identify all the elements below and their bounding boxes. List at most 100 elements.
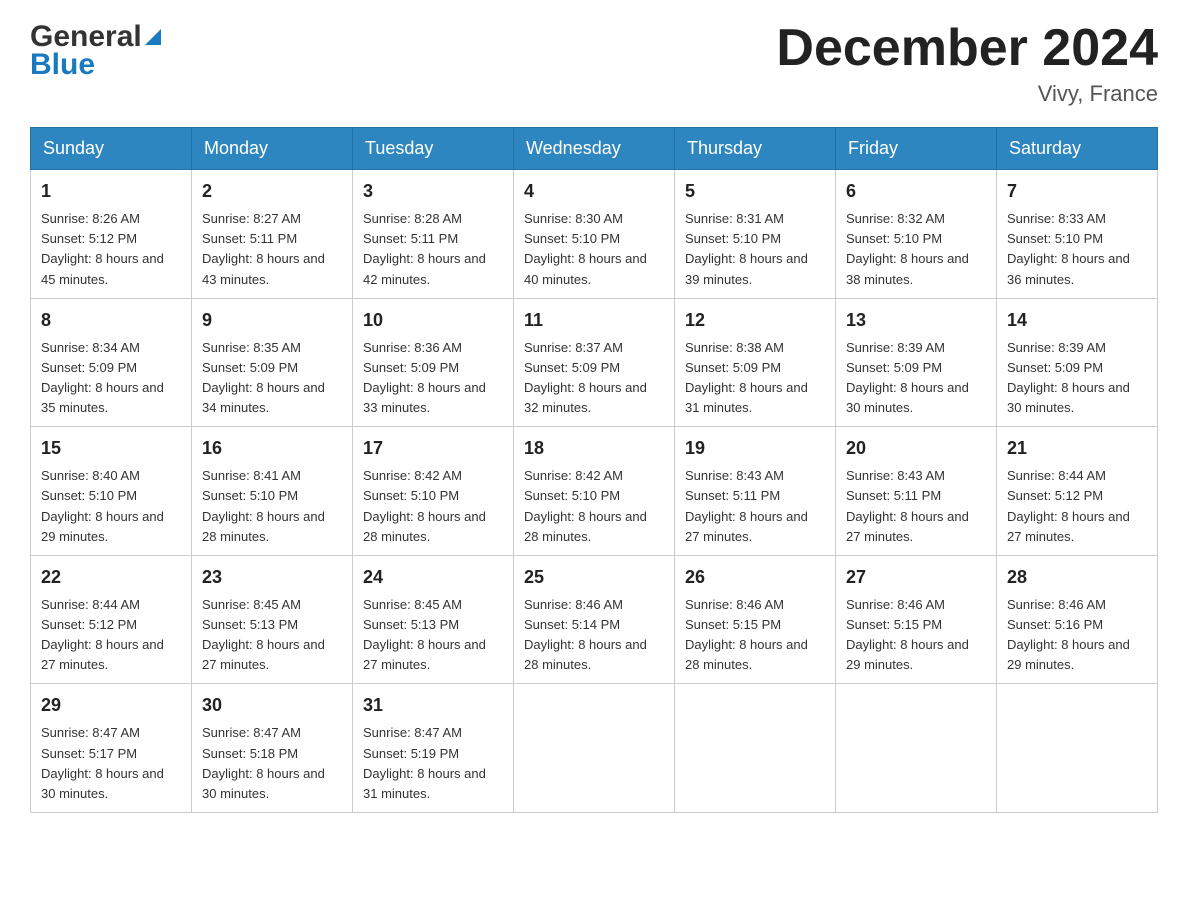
calendar-cell: 31 Sunrise: 8:47 AMSunset: 5:19 PMDayligh… <box>353 684 514 813</box>
day-number: 31 <box>363 692 503 719</box>
day-info: Sunrise: 8:46 AMSunset: 5:15 PMDaylight:… <box>685 595 825 676</box>
day-number: 14 <box>1007 307 1147 334</box>
day-number: 17 <box>363 435 503 462</box>
day-number: 24 <box>363 564 503 591</box>
day-info: Sunrise: 8:41 AMSunset: 5:10 PMDaylight:… <box>202 466 342 547</box>
day-info: Sunrise: 8:44 AMSunset: 5:12 PMDaylight:… <box>1007 466 1147 547</box>
calendar-cell: 19 Sunrise: 8:43 AMSunset: 5:11 PMDayligh… <box>675 427 836 556</box>
calendar-cell: 26 Sunrise: 8:46 AMSunset: 5:15 PMDayligh… <box>675 555 836 684</box>
day-number: 5 <box>685 178 825 205</box>
column-header-wednesday: Wednesday <box>514 128 675 170</box>
calendar-cell: 27Sunrise: 8:46 AMSunset: 5:15 PMDayligh… <box>836 555 997 684</box>
calendar-cell: 16 Sunrise: 8:41 AMSunset: 5:10 PMDayligh… <box>192 427 353 556</box>
day-info: Sunrise: 8:47 AMSunset: 5:18 PMDaylight:… <box>202 723 342 804</box>
day-number: 13 <box>846 307 986 334</box>
day-number: 8 <box>41 307 181 334</box>
calendar-cell: 17Sunrise: 8:42 AMSunset: 5:10 PMDayligh… <box>353 427 514 556</box>
day-number: 6 <box>846 178 986 205</box>
day-info: Sunrise: 8:26 AMSunset: 5:12 PMDaylight:… <box>41 209 181 290</box>
day-number: 4 <box>524 178 664 205</box>
column-header-thursday: Thursday <box>675 128 836 170</box>
calendar-cell: 23Sunrise: 8:45 AMSunset: 5:13 PMDayligh… <box>192 555 353 684</box>
day-info: Sunrise: 8:43 AMSunset: 5:11 PMDaylight:… <box>846 466 986 547</box>
calendar-cell: 8 Sunrise: 8:34 AMSunset: 5:09 PMDaylight… <box>31 298 192 427</box>
calendar-cell: 14 Sunrise: 8:39 AMSunset: 5:09 PMDayligh… <box>997 298 1158 427</box>
day-info: Sunrise: 8:47 AMSunset: 5:19 PMDaylight:… <box>363 723 503 804</box>
day-info: Sunrise: 8:33 AMSunset: 5:10 PMDaylight:… <box>1007 209 1147 290</box>
calendar-table: SundayMondayTuesdayWednesdayThursdayFrid… <box>30 127 1158 813</box>
location-text: Vivy, France <box>776 81 1158 107</box>
calendar-cell: 9 Sunrise: 8:35 AMSunset: 5:09 PMDaylight… <box>192 298 353 427</box>
day-number: 10 <box>363 307 503 334</box>
calendar-cell: 12 Sunrise: 8:38 AMSunset: 5:09 PMDayligh… <box>675 298 836 427</box>
day-number: 16 <box>202 435 342 462</box>
calendar-cell: 22 Sunrise: 8:44 AMSunset: 5:12 PMDayligh… <box>31 555 192 684</box>
calendar-cell: 28 Sunrise: 8:46 AMSunset: 5:16 PMDayligh… <box>997 555 1158 684</box>
day-info: Sunrise: 8:39 AMSunset: 5:09 PMDaylight:… <box>1007 338 1147 419</box>
column-header-tuesday: Tuesday <box>353 128 514 170</box>
day-number: 15 <box>41 435 181 462</box>
calendar-cell: 18 Sunrise: 8:42 AMSunset: 5:10 PMDayligh… <box>514 427 675 556</box>
calendar-cell: 30Sunrise: 8:47 AMSunset: 5:18 PMDayligh… <box>192 684 353 813</box>
day-info: Sunrise: 8:35 AMSunset: 5:09 PMDaylight:… <box>202 338 342 419</box>
day-info: Sunrise: 8:36 AMSunset: 5:09 PMDaylight:… <box>363 338 503 419</box>
day-info: Sunrise: 8:38 AMSunset: 5:09 PMDaylight:… <box>685 338 825 419</box>
calendar-cell: 6 Sunrise: 8:32 AMSunset: 5:10 PMDaylight… <box>836 170 997 299</box>
day-info: Sunrise: 8:46 AMSunset: 5:14 PMDaylight:… <box>524 595 664 676</box>
day-number: 23 <box>202 564 342 591</box>
calendar-cell: 5 Sunrise: 8:31 AMSunset: 5:10 PMDaylight… <box>675 170 836 299</box>
day-number: 3 <box>363 178 503 205</box>
calendar-cell <box>997 684 1158 813</box>
day-info: Sunrise: 8:47 AMSunset: 5:17 PMDaylight:… <box>41 723 181 804</box>
page-header: General Blue December 2024 Vivy, France <box>30 20 1158 107</box>
calendar-cell: 4 Sunrise: 8:30 AMSunset: 5:10 PMDaylight… <box>514 170 675 299</box>
day-info: Sunrise: 8:27 AMSunset: 5:11 PMDaylight:… <box>202 209 342 290</box>
day-number: 9 <box>202 307 342 334</box>
calendar-cell: 10 Sunrise: 8:36 AMSunset: 5:09 PMDayligh… <box>353 298 514 427</box>
calendar-cell: 2 Sunrise: 8:27 AMSunset: 5:11 PMDaylight… <box>192 170 353 299</box>
day-number: 12 <box>685 307 825 334</box>
day-info: Sunrise: 8:43 AMSunset: 5:11 PMDaylight:… <box>685 466 825 547</box>
day-info: Sunrise: 8:42 AMSunset: 5:10 PMDaylight:… <box>524 466 664 547</box>
day-info: Sunrise: 8:30 AMSunset: 5:10 PMDaylight:… <box>524 209 664 290</box>
column-header-friday: Friday <box>836 128 997 170</box>
day-info: Sunrise: 8:44 AMSunset: 5:12 PMDaylight:… <box>41 595 181 676</box>
day-number: 22 <box>41 564 181 591</box>
calendar-week-3: 15Sunrise: 8:40 AMSunset: 5:10 PMDayligh… <box>31 427 1158 556</box>
calendar-cell <box>836 684 997 813</box>
day-number: 27 <box>846 564 986 591</box>
day-number: 2 <box>202 178 342 205</box>
day-number: 28 <box>1007 564 1147 591</box>
column-header-monday: Monday <box>192 128 353 170</box>
day-info: Sunrise: 8:32 AMSunset: 5:10 PMDaylight:… <box>846 209 986 290</box>
month-title: December 2024 <box>776 20 1158 77</box>
calendar-cell: 15Sunrise: 8:40 AMSunset: 5:10 PMDayligh… <box>31 427 192 556</box>
day-number: 11 <box>524 307 664 334</box>
day-info: Sunrise: 8:34 AMSunset: 5:09 PMDaylight:… <box>41 338 181 419</box>
calendar-cell: 7 Sunrise: 8:33 AMSunset: 5:10 PMDaylight… <box>997 170 1158 299</box>
logo-blue-text: Blue <box>30 48 95 82</box>
day-number: 25 <box>524 564 664 591</box>
calendar-cell: 21 Sunrise: 8:44 AMSunset: 5:12 PMDayligh… <box>997 427 1158 556</box>
logo: General Blue <box>30 20 161 82</box>
calendar-cell: 20Sunrise: 8:43 AMSunset: 5:11 PMDayligh… <box>836 427 997 556</box>
calendar-cell: 29 Sunrise: 8:47 AMSunset: 5:17 PMDayligh… <box>31 684 192 813</box>
column-header-saturday: Saturday <box>997 128 1158 170</box>
calendar-cell: 13Sunrise: 8:39 AMSunset: 5:09 PMDayligh… <box>836 298 997 427</box>
title-area: December 2024 Vivy, France <box>776 20 1158 107</box>
day-number: 26 <box>685 564 825 591</box>
calendar-cell: 24 Sunrise: 8:45 AMSunset: 5:13 PMDayligh… <box>353 555 514 684</box>
column-header-sunday: Sunday <box>31 128 192 170</box>
calendar-week-4: 22 Sunrise: 8:44 AMSunset: 5:12 PMDayligh… <box>31 555 1158 684</box>
day-number: 7 <box>1007 178 1147 205</box>
day-info: Sunrise: 8:31 AMSunset: 5:10 PMDaylight:… <box>685 209 825 290</box>
day-number: 21 <box>1007 435 1147 462</box>
day-info: Sunrise: 8:45 AMSunset: 5:13 PMDaylight:… <box>363 595 503 676</box>
day-number: 1 <box>41 178 181 205</box>
day-number: 29 <box>41 692 181 719</box>
day-number: 19 <box>685 435 825 462</box>
day-number: 18 <box>524 435 664 462</box>
day-info: Sunrise: 8:46 AMSunset: 5:16 PMDaylight:… <box>1007 595 1147 676</box>
calendar-cell: 11Sunrise: 8:37 AMSunset: 5:09 PMDayligh… <box>514 298 675 427</box>
day-info: Sunrise: 8:28 AMSunset: 5:11 PMDaylight:… <box>363 209 503 290</box>
